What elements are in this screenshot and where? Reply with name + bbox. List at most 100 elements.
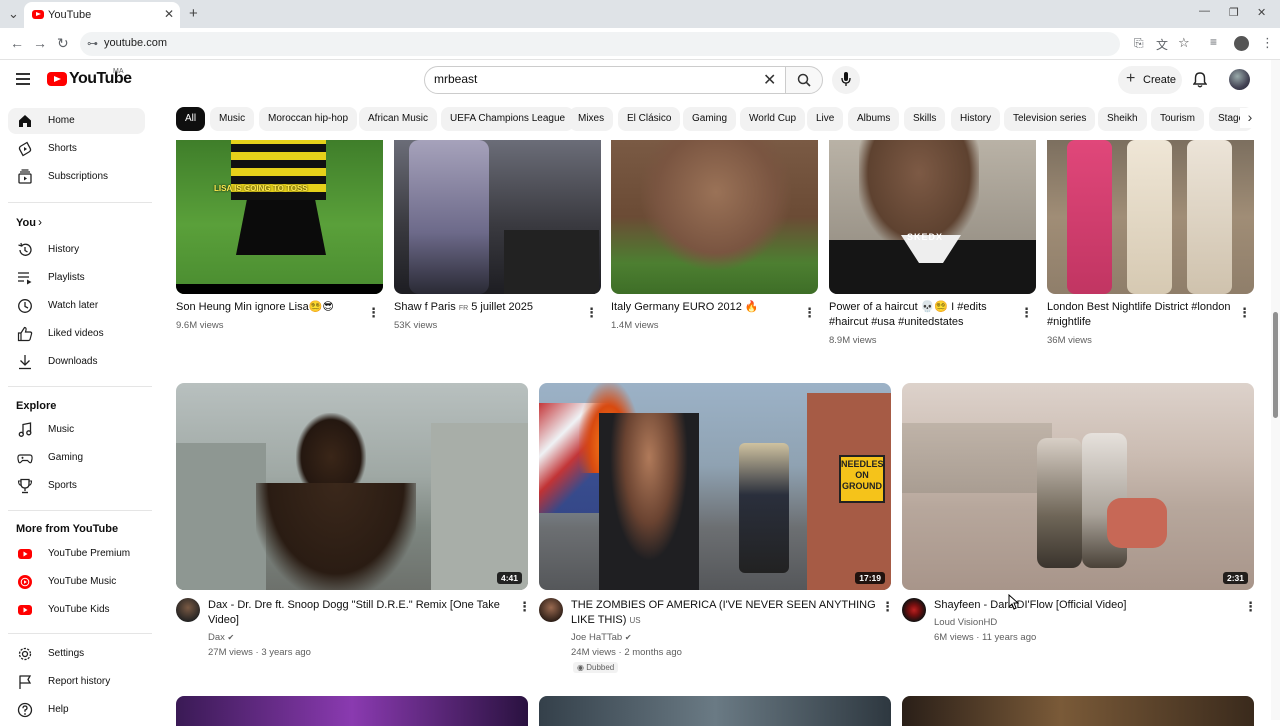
sidebar-item-youtube-music[interactable]: YouTube Music xyxy=(8,569,145,595)
channel-name[interactable]: Dax ✔ xyxy=(208,632,234,643)
chip-gaming[interactable]: Gaming xyxy=(683,107,737,131)
video-thumbnail[interactable] xyxy=(902,696,1254,726)
chip-moroccan-hip-hop[interactable]: Moroccan hip-hop xyxy=(259,107,358,131)
short-title[interactable]: London Best Nightlife District #london #… xyxy=(1047,300,1237,330)
channel-name[interactable]: Loud VisionHD xyxy=(934,617,997,628)
tab-search-icon[interactable]: ⌄ xyxy=(8,6,19,22)
tab-close-icon[interactable]: ✕ xyxy=(164,7,174,21)
chip-mixes[interactable]: Mixes xyxy=(569,107,614,131)
sidebar-item-youtube-kids[interactable]: YouTube Kids xyxy=(8,597,145,623)
menu-icon[interactable] xyxy=(16,73,30,85)
chip-african-music[interactable]: African Music xyxy=(359,107,438,131)
search-button[interactable] xyxy=(785,66,823,94)
bookmark-star-icon[interactable]: ☆ xyxy=(1178,35,1190,51)
profile-icon[interactable] xyxy=(1234,36,1249,51)
sidebar-item-help[interactable]: Help xyxy=(8,697,145,723)
chip-albums[interactable]: Albums xyxy=(848,107,900,131)
address-bar[interactable]: ⊶ youtube.com ⎘ 文 ☆ xyxy=(80,32,1190,56)
sidebar-item-downloads[interactable]: Downloads xyxy=(8,349,145,375)
window-close-button[interactable]: ✕ xyxy=(1257,6,1266,19)
forward-icon[interactable]: → xyxy=(33,35,47,51)
chip-music[interactable]: Music xyxy=(210,107,255,131)
short-thumbnail[interactable] xyxy=(1047,140,1254,294)
chip-skills[interactable]: Skills xyxy=(904,107,946,131)
more-options-icon[interactable]: ⋮ xyxy=(803,306,816,319)
channel-avatar[interactable] xyxy=(539,598,563,622)
more-options-icon[interactable]: ⋮ xyxy=(1238,306,1251,319)
chip-television-series[interactable]: Television series xyxy=(1004,107,1096,131)
sidebar-item-youtube-premium[interactable]: YouTube Premium xyxy=(8,541,145,567)
channel-avatar[interactable] xyxy=(902,598,926,622)
more-options-icon[interactable]: ⋮ xyxy=(1244,600,1257,613)
reading-list-icon[interactable]: ≡ xyxy=(1210,35,1217,49)
sidebar-item-liked-videos[interactable]: Liked videos xyxy=(8,321,145,347)
chip-el-clasico[interactable]: El Clásico xyxy=(618,107,681,131)
notifications-bell-icon[interactable] xyxy=(1193,72,1207,88)
chip-sheikh[interactable]: Sheikh xyxy=(1098,107,1147,131)
site-info-icon[interactable]: ⊶ xyxy=(87,37,98,50)
video-title[interactable]: Dax - Dr. Dre ft. Snoop Dogg "Still D.R.… xyxy=(208,598,500,628)
short-thumbnail[interactable] xyxy=(611,140,818,294)
short-title[interactable]: Son Heung Min ignore Lisa😵‍💫😎 xyxy=(176,300,356,315)
chip-all[interactable]: All xyxy=(176,107,206,131)
short-thumbnail[interactable]: SKEDX xyxy=(829,140,1036,294)
more-options-icon[interactable]: ⋮ xyxy=(585,306,598,319)
short-thumbnail[interactable]: LISA IS GOING TO TOSS xyxy=(176,140,383,294)
chip-live[interactable]: Live xyxy=(807,107,844,131)
chip-uefa-champions-league[interactable]: UEFA Champions League xyxy=(441,107,575,131)
sidebar-item-report-history[interactable]: Report history xyxy=(8,669,145,695)
sidebar-item-label: Help xyxy=(48,704,69,715)
chevron-right-icon[interactable]: › xyxy=(1240,108,1260,128)
page-scrollbar[interactable] xyxy=(1271,60,1280,720)
browser-menu-icon[interactable]: ⋮ xyxy=(1261,35,1274,51)
sidebar-item-playlists[interactable]: Playlists xyxy=(8,265,145,291)
new-tab-button[interactable]: + xyxy=(189,5,198,22)
voice-search-button[interactable] xyxy=(832,66,860,94)
restore-button[interactable]: ❐ xyxy=(1229,6,1239,19)
sidebar-item-settings[interactable]: Settings xyxy=(8,641,145,667)
chip-tourism[interactable]: Tourism xyxy=(1151,107,1205,131)
short-title[interactable]: Shaw f Paris FR 5 juillet 2025 xyxy=(394,300,574,316)
history-icon xyxy=(18,242,32,256)
short-title[interactable]: Power of a haircut 💀😵‍💫 I #edits #haircu… xyxy=(829,300,1004,330)
sidebar-item-music[interactable]: Music xyxy=(8,417,145,443)
video-title[interactable]: THE ZOMBIES OF AMERICA (I'VE NEVER SEEN … xyxy=(571,598,876,628)
video-title[interactable]: Shayfeen - Dars DI'Flow [Official Video] xyxy=(934,598,1234,613)
sidebar-item-subscriptions[interactable]: Subscriptions xyxy=(8,164,145,190)
more-options-icon[interactable]: ⋮ xyxy=(367,306,380,319)
video-thumbnail[interactable]: 2:31 xyxy=(902,383,1254,590)
scrollbar-thumb[interactable] xyxy=(1273,312,1278,418)
minimize-button[interactable]: — xyxy=(1199,5,1210,17)
short-title[interactable]: Italy Germany EURO 2012 🔥 xyxy=(611,300,791,315)
clear-search-icon[interactable]: ✕ xyxy=(763,70,776,90)
sidebar-item-gaming[interactable]: Gaming xyxy=(8,445,145,471)
more-options-icon[interactable]: ⋮ xyxy=(881,600,894,613)
sidebar-item-history[interactable]: History xyxy=(8,237,145,263)
video-thumbnail[interactable] xyxy=(539,696,891,726)
video-thumbnail[interactable]: NEEDLES ON GROUND 17:19 xyxy=(539,383,891,590)
sidebar-item-watch-later[interactable]: Watch later xyxy=(8,293,145,319)
account-avatar[interactable] xyxy=(1229,69,1250,90)
browser-tab[interactable]: YouTube ✕ xyxy=(24,2,180,28)
more-options-icon[interactable]: ⋮ xyxy=(518,600,531,613)
install-app-icon[interactable]: ⎘ xyxy=(1134,36,1144,51)
create-button[interactable]: + Create xyxy=(1118,66,1182,94)
sidebar-item-shorts[interactable]: Shorts xyxy=(8,136,145,162)
thumbnail-image xyxy=(176,443,266,590)
channel-name[interactable]: Joe HaTTab ✔ xyxy=(571,632,632,643)
short-views: 1.4M views xyxy=(611,320,659,331)
sidebar-item-sports[interactable]: Sports xyxy=(8,473,145,499)
search-input[interactable] xyxy=(434,72,734,86)
chip-world-cup[interactable]: World Cup xyxy=(740,107,806,131)
more-options-icon[interactable]: ⋮ xyxy=(1020,306,1033,319)
sidebar-item-home[interactable]: Home xyxy=(8,108,145,134)
translate-icon[interactable]: 文 xyxy=(1156,36,1168,53)
video-thumbnail[interactable]: 4:41 xyxy=(176,383,528,590)
short-views: 53K views xyxy=(394,320,438,331)
reload-icon[interactable]: ↻ xyxy=(57,35,69,52)
chip-history[interactable]: History xyxy=(951,107,1001,131)
back-icon[interactable]: ← xyxy=(10,35,24,51)
short-thumbnail[interactable] xyxy=(394,140,601,294)
video-thumbnail[interactable] xyxy=(176,696,528,726)
channel-avatar[interactable] xyxy=(176,598,200,622)
